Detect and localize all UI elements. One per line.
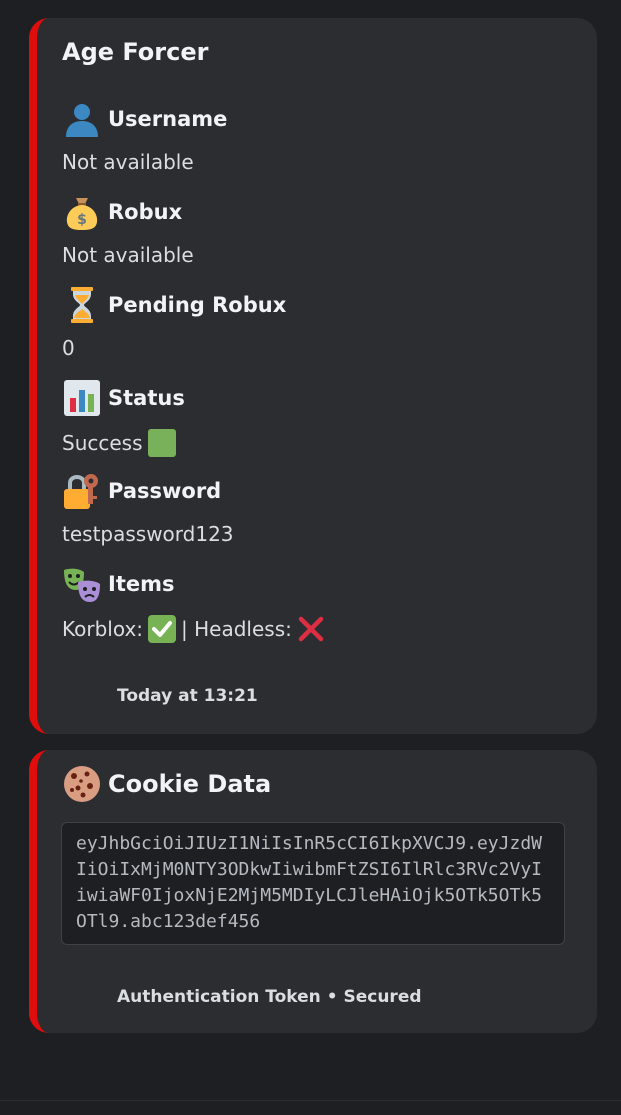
field-robux: $ Robux bbox=[62, 192, 182, 232]
field-name-label: Items bbox=[108, 572, 175, 596]
field-name-label: Password bbox=[108, 479, 222, 503]
field-value-pending-robux: 0 bbox=[62, 336, 75, 360]
bust-in-silhouette-icon bbox=[62, 99, 102, 139]
field-name-label: Username bbox=[108, 107, 228, 131]
embed-title: Age Forcer bbox=[62, 38, 209, 66]
field-name-label: Robux bbox=[108, 200, 183, 224]
field-password: Password bbox=[62, 471, 221, 511]
divider bbox=[0, 1100, 621, 1101]
cookie-code-block[interactable]: eyJhbGciOiJIUzI1NiIsInR5cCI6IkpXVCJ9.eyJ… bbox=[61, 822, 565, 945]
embed-footer: Authentication Token • Secured bbox=[117, 987, 422, 1007]
cookie-data-embed: Cookie Data eyJhbGciOiJIUzI1NiIsInR5cCI6… bbox=[29, 750, 597, 1033]
cross-mark-icon bbox=[296, 614, 326, 644]
headless-label: | Headless: bbox=[181, 617, 292, 641]
field-value-username: Not available bbox=[62, 150, 194, 174]
korblox-label: Korblox: bbox=[62, 617, 144, 641]
embed-footer-timestamp: Today at 13:21 bbox=[117, 686, 258, 706]
field-value-password: testpassword123 bbox=[62, 522, 234, 546]
money-bag-icon: $ bbox=[62, 192, 102, 232]
field-username: Username bbox=[62, 99, 227, 139]
cookie-title-text: Cookie Data bbox=[108, 770, 272, 798]
field-value-status: Success bbox=[62, 428, 177, 458]
svg-text:$: $ bbox=[77, 212, 87, 228]
embed-title: Cookie Data bbox=[62, 764, 271, 804]
field-items: Items bbox=[62, 564, 174, 604]
bar-chart-icon bbox=[62, 378, 102, 418]
age-forcer-embed: Age Forcer Username Not available $ Robu… bbox=[29, 18, 597, 734]
performing-arts-icon bbox=[62, 564, 102, 604]
field-value-items: Korblox: | Headless: bbox=[62, 614, 326, 644]
green-square-icon bbox=[147, 428, 177, 458]
field-value-robux: Not available bbox=[62, 243, 194, 267]
lock-with-key-icon bbox=[62, 471, 102, 511]
field-status: Status bbox=[62, 378, 185, 418]
check-mark-button-icon bbox=[147, 614, 177, 644]
field-pending-robux: Pending Robux bbox=[62, 285, 286, 325]
cookie-icon bbox=[62, 764, 102, 804]
field-name-label: Pending Robux bbox=[108, 293, 287, 317]
status-text: Success bbox=[62, 431, 143, 455]
field-name-label: Status bbox=[108, 386, 185, 410]
hourglass-icon bbox=[62, 285, 102, 325]
